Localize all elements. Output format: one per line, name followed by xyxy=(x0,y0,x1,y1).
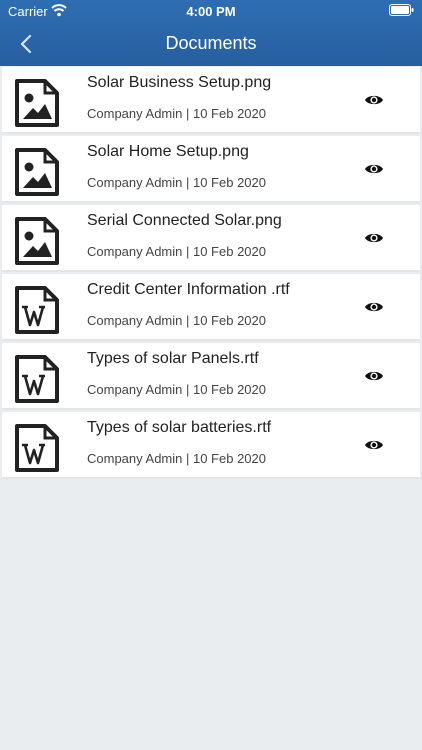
image-file-icon xyxy=(15,79,59,127)
document-row[interactable]: Types of solar Panels.rtf Company Admin … xyxy=(2,343,420,410)
document-row[interactable]: Types of solar batteries.rtf Company Adm… xyxy=(2,412,420,479)
document-row[interactable]: Credit Center Information .rtf Company A… xyxy=(2,274,420,341)
document-meta: Company Admin | 10 Feb 2020 xyxy=(87,313,266,328)
document-row[interactable]: Solar Business Setup.png Company Admin |… xyxy=(2,67,420,134)
status-bar: Carrier 4:00 PM xyxy=(0,0,422,22)
document-name: Solar Business Setup.png xyxy=(87,74,272,91)
document-list: Solar Business Setup.png Company Admin |… xyxy=(2,67,420,479)
eye-icon[interactable] xyxy=(364,369,384,383)
document-name: Serial Connected Solar.png xyxy=(87,212,282,229)
top-bar: Carrier 4:00 PM Documents xyxy=(0,0,422,66)
eye-icon[interactable] xyxy=(364,438,384,452)
document-name: Credit Center Information .rtf xyxy=(87,281,290,298)
page-title: Documents xyxy=(165,33,257,53)
eye-icon[interactable] xyxy=(364,300,384,314)
document-name: Types of solar Panels.rtf xyxy=(87,350,259,367)
battery-icon xyxy=(389,4,414,16)
eye-icon[interactable] xyxy=(364,231,384,245)
navigation-bar: Documents xyxy=(0,22,422,66)
document-meta: Company Admin | 10 Feb 2020 xyxy=(87,451,266,466)
word-file-icon xyxy=(15,355,59,403)
document-name: Solar Home Setup.png xyxy=(87,143,249,160)
image-file-icon xyxy=(15,217,59,265)
eye-icon[interactable] xyxy=(364,93,384,107)
document-meta: Company Admin | 10 Feb 2020 xyxy=(87,106,266,121)
status-time: 4:00 PM xyxy=(186,4,236,19)
word-file-icon xyxy=(15,286,59,334)
document-name: Types of solar batteries.rtf xyxy=(87,419,272,436)
document-row[interactable]: Serial Connected Solar.png Company Admin… xyxy=(2,205,420,272)
document-meta: Company Admin | 10 Feb 2020 xyxy=(87,382,266,397)
document-meta: Company Admin | 10 Feb 2020 xyxy=(87,244,266,259)
image-file-icon xyxy=(15,148,59,196)
eye-icon[interactable] xyxy=(364,162,384,176)
document-row[interactable]: Solar Home Setup.png Company Admin | 10 … xyxy=(2,136,420,203)
document-meta: Company Admin | 10 Feb 2020 xyxy=(87,175,266,190)
word-file-icon xyxy=(15,424,59,472)
